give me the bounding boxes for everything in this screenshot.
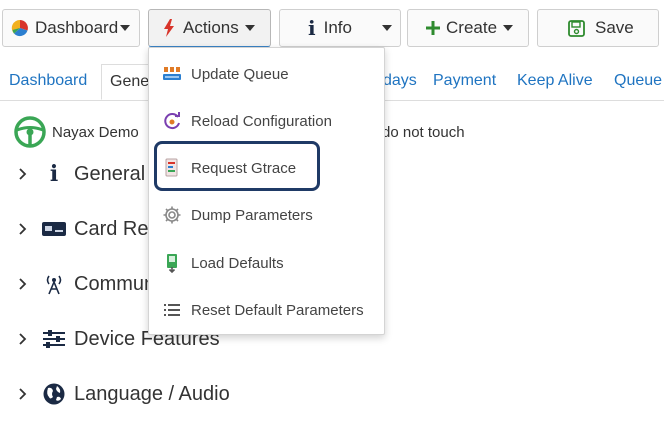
card-reader-icon [40,220,68,238]
section-language-audio[interactable]: Language / Audio [12,376,230,412]
create-button-label: Create [446,18,498,37]
tab-holidays[interactable]: days [383,72,417,90]
info-icon: i [49,161,59,187]
pie-chart-icon [11,19,29,37]
device-features-icon [40,330,68,348]
section-label: General [74,162,146,185]
menu-item-request-gtrace[interactable]: Request Gtrace [161,155,296,181]
save-icon [568,19,585,37]
create-button[interactable]: Create [407,9,529,47]
chevron-down-icon [381,25,392,31]
lightning-icon [163,19,175,37]
list-icon [161,299,183,321]
save-button[interactable]: Save [537,9,659,47]
info-button-label: Info [323,18,352,37]
chevron-down-icon [120,25,131,31]
section-card-reader[interactable]: Card Rea [12,211,160,247]
menu-item-label: Request Gtrace [191,159,297,177]
chevron-right-icon [12,168,34,180]
save-button-label: Save [595,18,634,37]
menu-item-label: Update Queue [191,65,289,83]
section-label: Card Rea [74,217,160,240]
chevron-right-icon [12,278,34,290]
menu-item-reload-configuration[interactable]: Reload Configuration [161,108,332,134]
tab-payment[interactable]: Payment [433,72,496,90]
reload-icon [161,110,183,132]
plus-icon [426,21,440,35]
steering-wheel-icon [14,116,46,148]
antenna-icon [40,272,68,296]
chevron-right-icon [12,223,34,235]
actions-button[interactable]: Actions [148,9,271,47]
dashboard-button-label: Dashboard [35,18,119,37]
info-icon: i [308,16,316,40]
menu-item-label: Dump Parameters [191,206,313,224]
section-label: Language / Audio [74,382,230,405]
chevron-down-icon [503,25,514,31]
chevron-down-icon [244,25,255,31]
gtrace-icon [161,157,183,179]
toolbar: Dashboard Actions i Info Create Save [0,0,664,54]
device-note: do not touch [382,124,465,141]
gear-icon [161,204,183,226]
menu-item-label: Reload Configuration [191,112,332,130]
device-header: Nayax Demo [14,116,139,148]
tab-queue[interactable]: Queue [614,72,662,90]
chevron-right-icon [12,333,34,345]
tab-dashboard[interactable]: Dashboard [9,72,87,90]
section-general[interactable]: i General [12,156,145,192]
info-button[interactable]: i Info [279,9,401,47]
actions-dropdown-menu: Update Queue Reload Configuration Reques… [148,47,385,335]
tab-general[interactable]: Gene [101,64,151,100]
globe-icon [40,382,68,406]
dashboard-button[interactable]: Dashboard [2,9,140,47]
tab-keep-alive[interactable]: Keep Alive [517,72,593,90]
load-defaults-icon [161,252,183,274]
menu-item-dump-parameters[interactable]: Dump Parameters [161,202,313,228]
update-queue-icon [161,63,183,85]
menu-item-label: Reset Default Parameters [191,301,364,319]
chevron-right-icon [12,388,34,400]
actions-button-label: Actions [183,18,239,37]
menu-item-label: Load Defaults [191,254,284,272]
menu-item-update-queue[interactable]: Update Queue [161,61,289,87]
menu-item-load-defaults[interactable]: Load Defaults [161,250,284,276]
section-label: Commun [74,272,156,295]
menu-item-reset-default-parameters[interactable]: Reset Default Parameters [161,297,364,323]
section-communication[interactable]: Commun [12,266,155,302]
device-name: Nayax Demo [52,123,139,141]
